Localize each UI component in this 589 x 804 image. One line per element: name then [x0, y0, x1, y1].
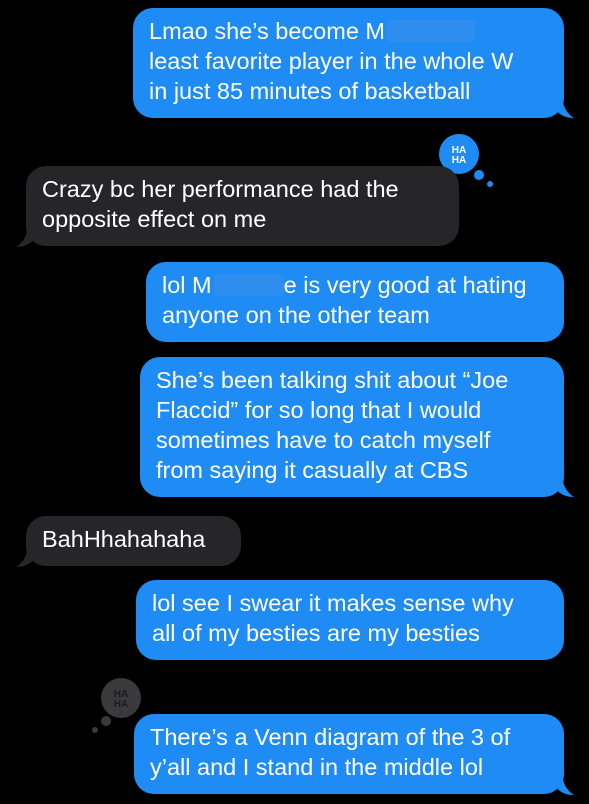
message-bubble-sent[interactable]: lol see I swear it makes sense why all o…	[136, 580, 564, 660]
message-line: She’s been talking shit about “Joe	[156, 367, 509, 393]
message-line: Crazy bc her performance had the	[42, 176, 399, 202]
tapback-bubble: HA HA	[101, 678, 141, 718]
bubble-tail	[16, 227, 34, 247]
bubble-tail	[556, 98, 574, 118]
tapback-dot	[487, 181, 493, 187]
message-line: sometimes have to catch myself	[156, 427, 491, 453]
bubble-tail	[16, 547, 34, 567]
message-bubble-sent[interactable]: There’s a Venn diagram of the 3 of y’all…	[134, 714, 564, 794]
haha-icon: HA HA	[452, 145, 466, 165]
message-line: anyone on the other team	[162, 302, 430, 328]
message-bubble-sent[interactable]: lol Me is very good at hating anyone on …	[146, 262, 564, 342]
bubble-tail	[556, 477, 574, 497]
message-line: BahHhahahaha	[42, 526, 206, 552]
message-bubble-received[interactable]: Crazy bc her performance had the opposit…	[26, 166, 459, 246]
svg-text:HA: HA	[114, 699, 128, 709]
tapback-dot	[92, 727, 98, 733]
svg-text:HA: HA	[452, 155, 466, 165]
message-line: Lmao she’s become M	[149, 16, 548, 46]
message-line: lol see I swear it makes sense why	[152, 590, 514, 616]
redaction-block	[213, 273, 284, 296]
bubble-tail	[556, 775, 574, 795]
message-line: in just 85 minutes of basketball	[149, 78, 471, 104]
tapback-dot	[101, 716, 111, 726]
redaction-block	[387, 19, 475, 42]
haha-icon: HA HA	[114, 689, 128, 709]
message-bubble-received[interactable]: BahHhahahaha	[26, 516, 241, 566]
message-line: There’s a Venn diagram of the 3 of	[150, 724, 511, 750]
message-line: from saying it casually at CBS	[156, 457, 469, 483]
tapback-dot	[474, 170, 484, 180]
message-line: opposite effect on me	[42, 206, 267, 232]
message-line: least favorite player in the whole W	[149, 48, 514, 74]
message-line: Flaccid” for so long that I would	[156, 397, 482, 423]
message-bubble-sent[interactable]: She’s been talking shit about “Joe Flacc…	[140, 357, 564, 497]
message-line: all of my besties are my besties	[152, 620, 480, 646]
message-bubble-sent[interactable]: Lmao she’s become M least favorite playe…	[133, 8, 564, 118]
message-line: lol Me is very good at hating	[162, 272, 527, 298]
message-line: y’all and I stand in the middle lol	[150, 754, 484, 780]
